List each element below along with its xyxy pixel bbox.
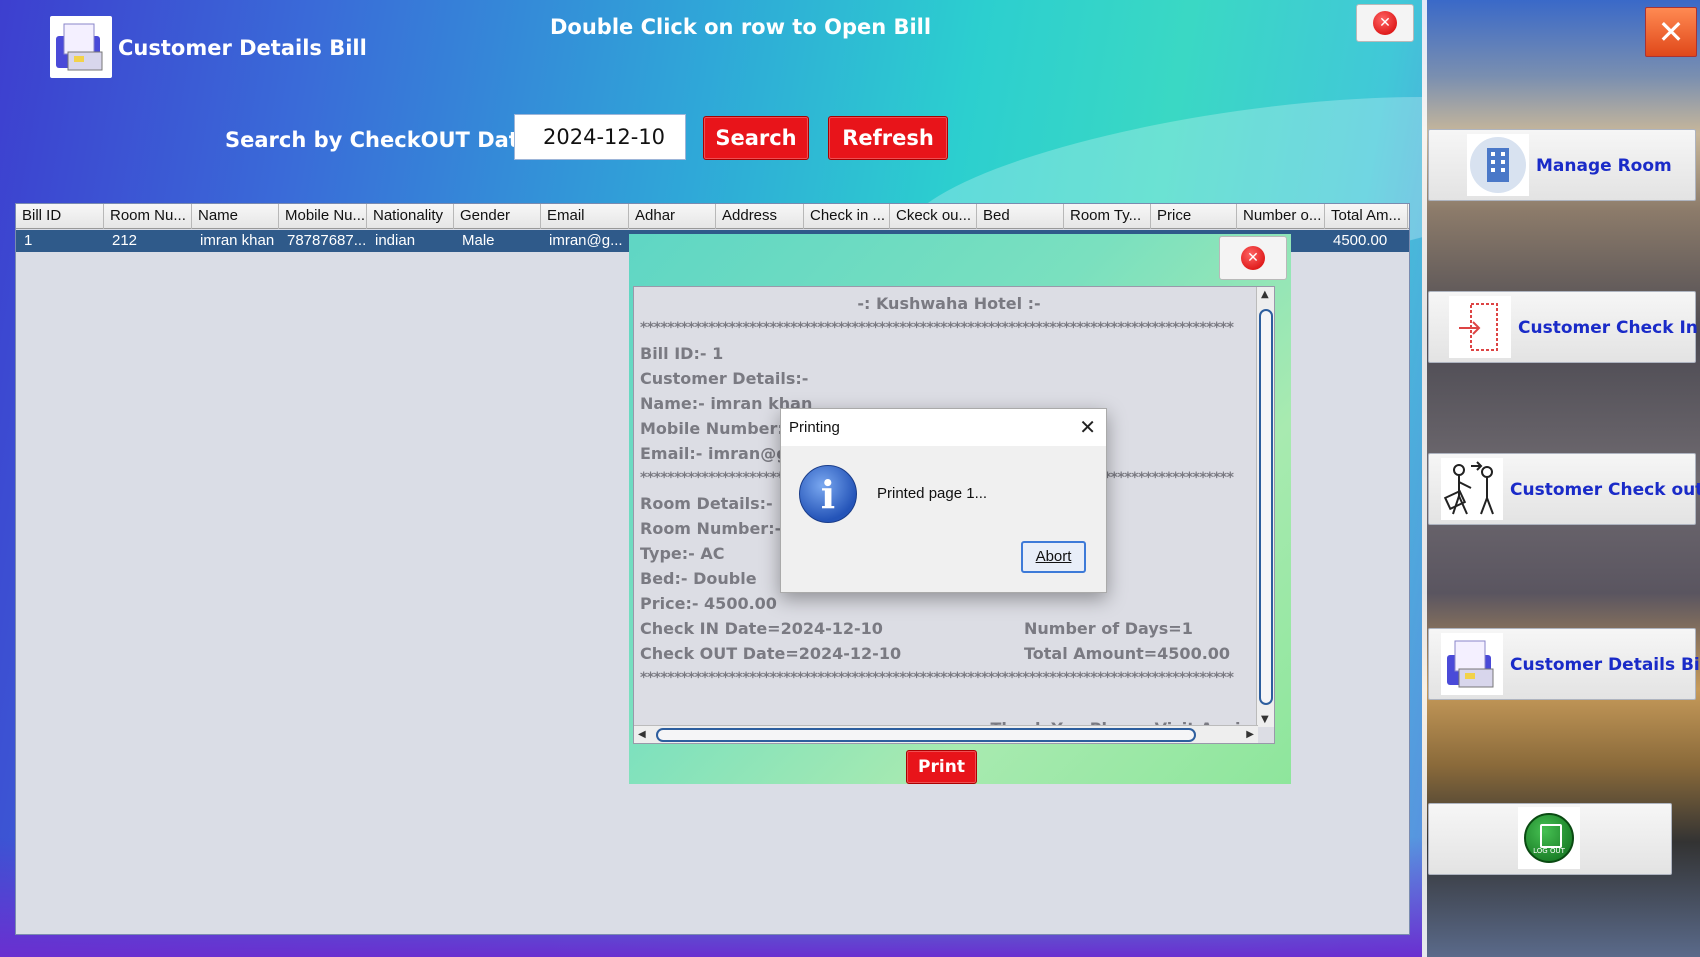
col-check-in[interactable]: Check in ...	[804, 204, 890, 229]
luggage-exit-icon	[1441, 458, 1503, 520]
bill-blank-line	[640, 691, 1258, 716]
cell-gender: Male	[462, 232, 495, 249]
bill-icon	[1441, 633, 1503, 695]
col-price[interactable]: Price	[1151, 204, 1237, 229]
dialog-title: Printing	[789, 419, 840, 436]
cell-room-number: 212	[112, 232, 138, 249]
search-button[interactable]: Search	[703, 116, 809, 160]
horizontal-scrollbar[interactable]: ◀ ▶	[634, 725, 1258, 743]
col-name[interactable]: Name	[192, 204, 279, 229]
col-nationality[interactable]: Nationality	[367, 204, 454, 229]
sidebar-item-label: Customer Check out	[1510, 480, 1700, 500]
search-label: Search by CheckOUT Date	[225, 128, 534, 152]
sidebar-item-label: Manage Room	[1536, 156, 1672, 176]
dialog-close-icon[interactable]: ✕	[1079, 415, 1096, 439]
building-icon	[1467, 134, 1529, 196]
abort-button[interactable]: Abort	[1021, 541, 1086, 573]
close-icon: ✕	[1373, 11, 1397, 35]
close-icon: ✕	[1241, 246, 1265, 270]
abort-label: Abort	[1035, 548, 1072, 565]
bill-checkout-line: Check OUT Date=2024-12-10	[640, 644, 902, 663]
bill-id-line: Bill ID:- 1	[640, 344, 724, 363]
page-title: Customer Details Bill	[118, 36, 367, 60]
horizontal-scroll-thumb[interactable]	[656, 728, 1196, 742]
scroll-right-icon[interactable]: ▶	[1246, 729, 1254, 740]
col-address[interactable]: Address	[716, 204, 804, 229]
vertical-scrollbar[interactable]: ▲ ▼	[1256, 287, 1274, 727]
door-enter-icon	[1449, 296, 1511, 358]
sidebar-item-manage-room[interactable]: Manage Room	[1428, 129, 1696, 201]
cell-email: imran@g...	[549, 232, 623, 249]
bill-separator: ****************************************…	[640, 670, 1234, 686]
checkout-date-input[interactable]: 2024-12-10	[514, 114, 686, 160]
col-email[interactable]: Email	[541, 204, 629, 229]
col-number-of-days[interactable]: Number o...	[1237, 204, 1325, 229]
dialog-message: Printed page 1...	[877, 485, 988, 502]
col-gender[interactable]: Gender	[454, 204, 541, 229]
col-mobile[interactable]: Mobile Nu...	[279, 204, 367, 229]
bill-days-line: Number of Days=1	[1024, 619, 1193, 638]
refresh-button[interactable]: Refresh	[828, 116, 948, 160]
scroll-left-icon[interactable]: ◀	[638, 729, 646, 740]
cell-bill-id: 1	[24, 232, 33, 249]
sidebar-close-button[interactable]: ✕	[1645, 7, 1697, 57]
bill-logo-icon	[50, 16, 112, 78]
open-bill-hint: Double Click on row to Open Bill	[550, 15, 932, 39]
sidebar-item-details-bill[interactable]: Customer Details Bill	[1428, 628, 1700, 700]
bill-checkin-line: Check IN Date=2024-12-10	[640, 619, 883, 638]
bill-checkin-row: Check IN Date=2024-12-10 Number of Days=…	[640, 616, 1258, 641]
col-total-amount[interactable]: Total Am...	[1325, 204, 1408, 229]
printing-dialog: Printing ✕ i Printed page 1... Abort	[780, 408, 1107, 593]
bill-customer-heading: Customer Details:-	[640, 369, 809, 388]
print-button[interactable]: Print	[906, 750, 977, 784]
col-room-number[interactable]: Room Nu...	[104, 204, 192, 229]
col-room-type[interactable]: Room Ty...	[1064, 204, 1151, 229]
sidebar-item-check-in[interactable]: Customer Check In	[1428, 291, 1698, 363]
vertical-scroll-thumb[interactable]	[1259, 309, 1273, 705]
info-icon: i	[799, 465, 857, 523]
logout-icon[interactable]: LOG OUT	[1518, 807, 1580, 869]
bill-total-line: Total Amount=4500.00	[1024, 644, 1231, 663]
close-window-button[interactable]: ✕	[1356, 4, 1414, 42]
close-bill-button[interactable]: ✕	[1219, 236, 1287, 280]
scroll-down-icon[interactable]: ▼	[1261, 714, 1269, 725]
table-header: Bill ID Room Nu... Name Mobile Nu... Nat…	[16, 204, 1409, 229]
sidebar-item-check-out[interactable]: Customer Check out	[1428, 453, 1700, 525]
logout-label: LOG OUT	[1524, 813, 1574, 863]
sidebar-item-label: Customer Details Bill	[1510, 655, 1700, 675]
cell-nationality: indian	[375, 232, 416, 249]
sidebar-item-label: Customer Check In	[1518, 318, 1698, 338]
cell-name: imran khan	[200, 232, 275, 249]
scroll-up-icon[interactable]: ▲	[1261, 289, 1269, 300]
dialog-title-bar: Printing ✕	[781, 409, 1106, 446]
bill-hotel-name: -: Kushwaha Hotel :-	[857, 294, 1041, 313]
cell-mobile: 78787687...	[287, 232, 367, 249]
bill-checkout-row: Check OUT Date=2024-12-10 Total Amount=4…	[640, 641, 1258, 666]
col-bed[interactable]: Bed	[977, 204, 1064, 229]
cell-total-amount: 4500.00	[1333, 232, 1388, 249]
col-bill-id[interactable]: Bill ID	[16, 204, 104, 229]
bill-price-line: Price:- 4500.00	[640, 594, 777, 613]
bill-separator: ****************************************…	[640, 320, 1234, 336]
col-check-out[interactable]: Ckeck ou...	[890, 204, 977, 229]
col-adhar[interactable]: Adhar	[629, 204, 716, 229]
